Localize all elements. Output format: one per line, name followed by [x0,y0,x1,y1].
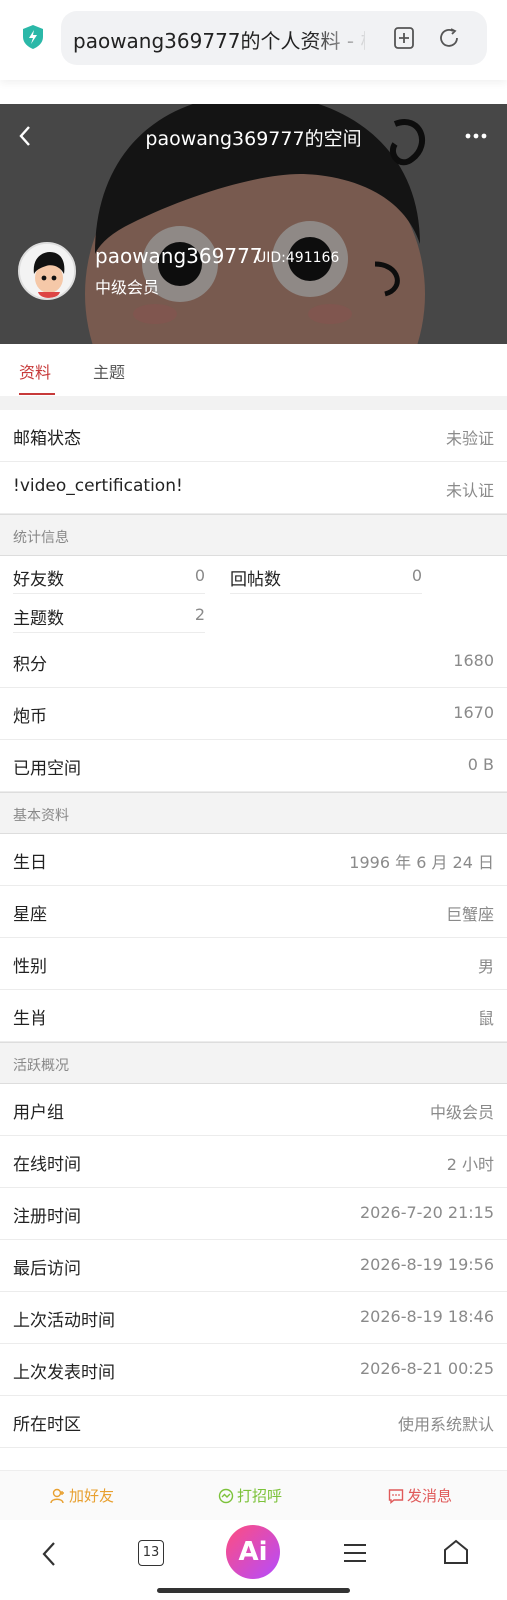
row-label: 已用空间 [13,759,81,779]
row-value: 2 小时 [446,1155,494,1174]
row-label: 上次发表时间 [13,1363,115,1383]
row-value: 使用系统默认 [397,1415,494,1434]
stat-topics: 主题数 2 [13,595,205,633]
avatar[interactable] [18,242,76,300]
row-value: 0 B [467,755,494,774]
row-user-group: 用户组 中级会员 [0,1084,507,1136]
add-friend-label: 加好友 [69,1487,115,1505]
send-message-label: 发消息 [407,1487,453,1505]
row-value: 1680 [453,651,494,670]
row-label: 用户组 [13,1103,64,1123]
row-label: 邮箱状态 [13,429,81,449]
section-basic: 基本资料 [0,792,507,834]
row-timezone: 所在时区 使用系统默认 [0,1396,507,1448]
row-label: 所在时区 [13,1415,81,1435]
tabs-icon[interactable]: 13 [138,1540,164,1566]
stat-label: 回帖数 [230,570,281,590]
section-activity: 活跃概况 [0,1042,507,1084]
row-video-certification: !video_certification! 未认证 [0,462,507,514]
page-title: paowang369777的空间 [145,128,362,150]
row-birthday: 生日 1996 年 6 月 24 日 [0,834,507,886]
row-coins: 炮币 1670 [0,688,507,740]
row-label: 在线时间 [13,1155,81,1175]
browser-bottom-nav: 13 Ai [0,1520,507,1600]
row-last-visit: 最后访问 2026-8-19 19:56 [0,1240,507,1292]
active-tab-indicator [19,393,55,395]
profile-tabs: 资料 主题 [0,344,507,396]
add-friend-button[interactable]: 加好友 [50,1485,114,1506]
row-label: 上次活动时间 [13,1311,115,1331]
row-label: 星座 [13,905,47,925]
more-icon[interactable] [464,130,488,142]
row-value: 鼠 [477,1009,494,1028]
row-value: 2026-8-19 19:56 [360,1255,494,1274]
row-value: 2026-8-19 18:46 [360,1307,494,1326]
row-value: 1996 年 6 月 24 日 [349,853,494,872]
send-message-button[interactable]: 发消息 [388,1485,452,1506]
section-title: 活跃概况 [13,1058,69,1074]
row-label: 最后访问 [13,1259,81,1279]
greet-label: 打招呼 [237,1487,283,1505]
tab-profile[interactable]: 资料 [19,359,51,383]
row-online-time: 在线时间 2 小时 [0,1136,507,1188]
row-value: 巨蟹座 [445,905,494,924]
row-label: 注册时间 [13,1207,81,1227]
row-label: 性别 [13,957,47,977]
address-bar[interactable]: paowang369777的个人资料 - 楼凤 [61,11,487,65]
row-register-time: 注册时间 2026-7-20 21:15 [0,1188,507,1240]
home-icon[interactable] [442,1538,470,1566]
user-level: 中级会员 [95,278,160,297]
user-id: UID:491166 [256,250,340,266]
divider [0,396,507,410]
row-label: !video_certification! [13,476,183,496]
stats-grid: 好友数 0 回帖数 0 主题数 2 [0,556,507,636]
stat-value: 2 [194,605,205,624]
profile-header: paowang369777的空间 paowang369777 UID:49116… [0,104,507,344]
row-value: 未验证 [445,429,494,448]
message-icon [388,1489,404,1504]
row-chinese-zodiac: 生肖 鼠 [0,990,507,1042]
row-value: 中级会员 [429,1103,494,1122]
row-last-activity: 上次活动时间 2026-8-19 18:46 [0,1292,507,1344]
row-used-space: 已用空间 0 B [0,740,507,792]
row-value: 2026-7-20 21:15 [360,1203,494,1222]
row-label: 炮币 [13,707,47,727]
stat-label: 好友数 [13,570,64,590]
row-label: 生日 [13,853,47,873]
row-label: 生肖 [13,1009,47,1029]
menu-icon[interactable] [342,1542,368,1564]
gesture-home-bar[interactable] [157,1588,350,1593]
bookmark-add-icon[interactable] [392,26,416,50]
row-value: 男 [477,957,494,976]
stat-value: 0 [194,566,205,585]
stat-label: 主题数 [13,609,64,629]
refresh-icon[interactable] [437,26,461,50]
row-points: 积分 1680 [0,636,507,688]
stat-friends: 好友数 0 [13,556,205,594]
shield-icon[interactable] [21,24,45,50]
stat-value: 0 [411,566,422,585]
greet-button[interactable]: 打招呼 [218,1485,282,1506]
row-value: 2026-8-21 00:25 [360,1359,494,1378]
browser-toolbar: paowang369777的个人资料 - 楼凤 [0,0,507,80]
row-zodiac: 星座 巨蟹座 [0,886,507,938]
greet-icon [218,1488,234,1504]
row-value: 未认证 [445,481,494,500]
row-last-post: 上次发表时间 2026-8-21 00:25 [0,1344,507,1396]
stat-replies: 回帖数 0 [230,556,422,594]
url-fade [311,21,371,55]
row-email-status: 邮箱状态 未验证 [0,410,507,462]
row-gender: 性别 男 [0,938,507,990]
add-friend-icon [50,1488,64,1504]
username: paowang369777 [95,244,263,268]
section-title: 统计信息 [13,530,69,546]
ai-icon[interactable]: Ai [226,1525,280,1579]
tab-topics[interactable]: 主题 [93,359,125,383]
nav-back-icon[interactable] [40,1540,58,1568]
action-bar: 加好友 打招呼 发消息 [0,1470,507,1520]
section-title: 基本资料 [13,808,69,824]
row-value: 1670 [453,703,494,722]
row-label: 积分 [13,655,47,675]
section-stats: 统计信息 [0,514,507,556]
